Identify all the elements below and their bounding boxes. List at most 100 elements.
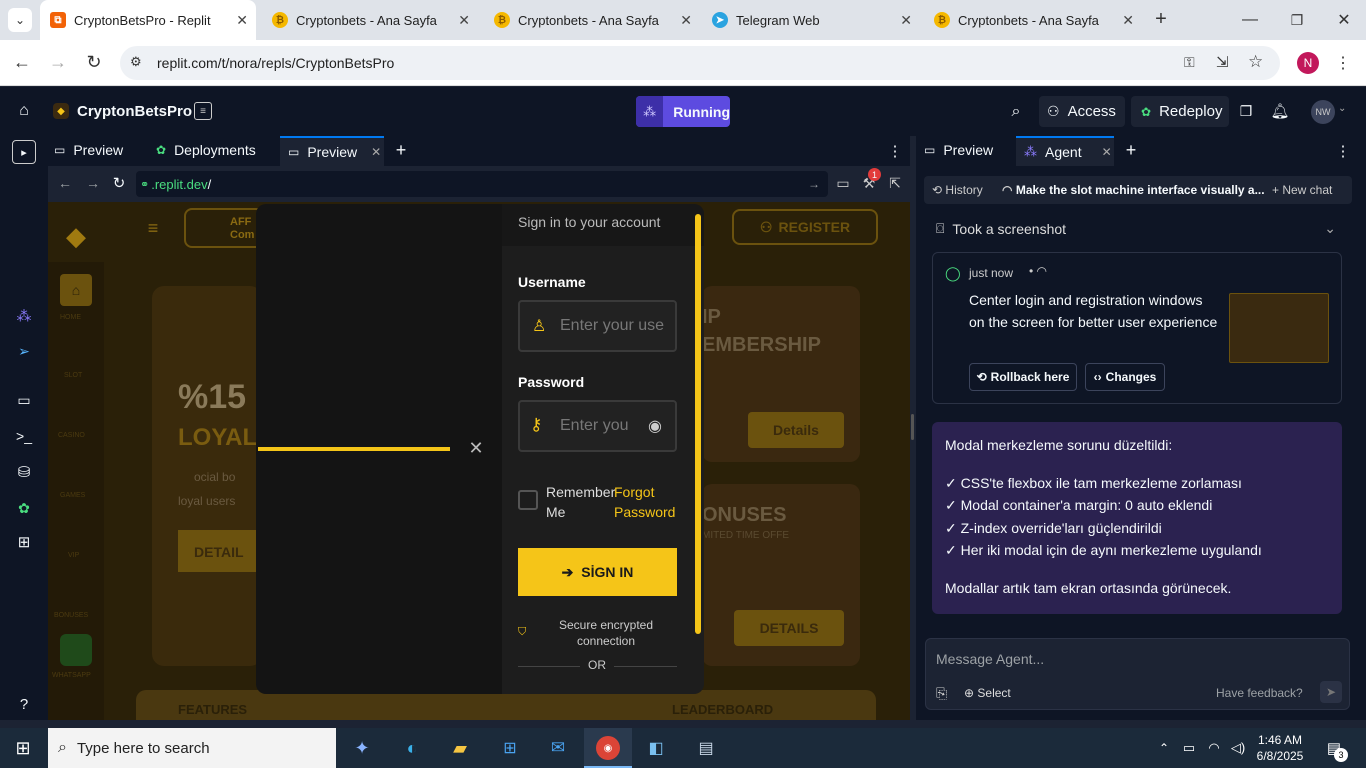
pane-splitter-handle[interactable]	[911, 414, 914, 440]
password-field[interactable]: ⚷ Enter you ◉	[518, 400, 677, 452]
mail-icon[interactable]: ✉	[546, 736, 570, 760]
agent-tab-menu-icon[interactable]: ⋮	[1336, 142, 1351, 160]
files-toggle-icon[interactable]: ▸	[12, 140, 36, 164]
checkpoint-thumbnail[interactable]	[1229, 293, 1329, 363]
taskbar-search-box[interactable]: ⌕ Type here to search	[48, 728, 336, 768]
redeploy-button[interactable]: ✿ Redeploy	[1131, 96, 1229, 127]
browser-tab-cryptonbets-3[interactable]: ₿ Cryptonbets - Ana Sayfa ✕	[926, 0, 1142, 40]
affiliate-button[interactable]: AFF Com	[184, 208, 264, 248]
window-close-icon[interactable]: ✕	[1330, 8, 1358, 32]
url-field[interactable]: ⚙ replit.com/t/nora/repls/CryptonBetsPro…	[120, 46, 1280, 80]
forward-icon[interactable]: →	[46, 50, 70, 74]
copilot-icon[interactable]: ✦	[350, 736, 374, 760]
microsoft-store-icon[interactable]: ⊞	[498, 736, 522, 760]
show-hidden-icons-chevron-icon[interactable]: ⌃	[1156, 738, 1172, 758]
modal-scrollbar[interactable]	[695, 214, 701, 634]
battery-icon[interactable]: ▭	[1180, 738, 1198, 758]
go-arrow-icon[interactable]: →	[808, 177, 820, 191]
windows-start-icon[interactable]: ⊞	[12, 738, 34, 758]
chrome-taskbar-button[interactable]: ◉	[584, 728, 632, 768]
home-icon[interactable]: ⌂	[14, 101, 34, 121]
webview-rail-icon[interactable]: ▭	[14, 390, 34, 410]
access-button[interactable]: ⚇ Access	[1039, 96, 1125, 127]
tab-deployments[interactable]: ✿ Deployments	[156, 142, 256, 158]
console-rail-icon[interactable]: >_	[14, 426, 34, 446]
deployments-rail-icon[interactable]: ✿	[14, 498, 34, 518]
site-logo-diamond-icon[interactable]: ◆	[60, 220, 92, 252]
back-icon[interactable]: ←	[10, 50, 34, 74]
preview-back-icon[interactable]: ←	[56, 174, 74, 192]
site-menu-icon[interactable]: ≡	[142, 218, 164, 238]
browser-tab-cryptonbets-2[interactable]: ₿ Cryptonbets - Ana Sayfa ✕	[484, 0, 700, 40]
add-tab-icon[interactable]: +	[392, 140, 410, 160]
browser-tab-replit[interactable]: ⧉ CryptonBetsPro - Replit ✕	[40, 0, 256, 40]
notifications-bell-icon[interactable]: 🔔︎	[1270, 101, 1289, 121]
avatar-chevron-down-icon[interactable]: ⌄	[1338, 103, 1346, 114]
sidebar-home-item[interactable]: ⌂	[60, 274, 92, 306]
whatsapp-button[interactable]	[60, 634, 92, 666]
history-button[interactable]: ⟲ History	[932, 183, 983, 197]
close-tab-icon[interactable]: ✕	[458, 12, 470, 29]
close-tab-icon[interactable]: ✕	[1122, 12, 1134, 29]
new-tab-icon[interactable]: +	[1150, 8, 1172, 30]
close-tab-icon[interactable]: ✕	[1102, 145, 1112, 159]
preview-url-field[interactable]: ⚭ .replit.dev / →	[136, 171, 828, 197]
close-tab-icon[interactable]: ✕	[900, 12, 912, 29]
workspace-tab-menu-icon[interactable]: ⋮	[888, 142, 903, 160]
volume-icon[interactable]: ◁)	[1229, 738, 1247, 758]
sidebar-casino-label[interactable]: CASINO	[58, 432, 85, 439]
right-tab-agent[interactable]: ⁂ Agent ✕	[1016, 136, 1114, 166]
run-status-button[interactable]: ⁂ Running	[636, 96, 730, 127]
close-tab-icon[interactable]: ✕	[680, 12, 692, 29]
sidebar-bonuses-label[interactable]: BONUSES	[54, 612, 88, 619]
changes-button[interactable]: ‹› Changes	[1085, 363, 1165, 391]
tab-preview-2[interactable]: ▭ Preview ✕	[280, 136, 384, 166]
reload-icon[interactable]: ↻	[82, 50, 106, 74]
multiplayer-icon[interactable]: ❐	[1237, 102, 1255, 120]
site-info-icon[interactable]: ⚙	[130, 54, 142, 70]
close-tab-icon[interactable]: ✕	[236, 12, 248, 29]
feedback-link[interactable]: Have feedback?	[1216, 686, 1303, 700]
search-icon[interactable]: ⌕	[1006, 102, 1026, 122]
tab-search-button[interactable]: ⌄	[8, 8, 32, 32]
taskbar-clock[interactable]: 1:46 AM 6/8/2025	[1250, 732, 1310, 764]
preview-forward-icon[interactable]: →	[84, 174, 102, 192]
agent-rail-icon[interactable]: ⁂	[14, 306, 34, 326]
username-field[interactable]: ♙ Enter your use	[518, 300, 677, 352]
project-menu-icon[interactable]: ≡	[194, 102, 212, 120]
bookmark-star-icon[interactable]: ☆	[1248, 52, 1263, 72]
all-tools-rail-icon[interactable]: ⊞	[14, 532, 34, 552]
app-icon-window[interactable]: ▤	[694, 736, 718, 760]
sidebar-games-label[interactable]: GAMES	[60, 492, 85, 499]
rollback-button[interactable]: ⟲ Rollback here	[969, 363, 1077, 391]
forgot-password-link[interactable]: Forgot Password	[614, 482, 684, 522]
devices-icon[interactable]: ▭	[834, 174, 852, 192]
preview-reload-icon[interactable]: ↻	[110, 174, 128, 192]
help-rail-icon[interactable]: ?	[14, 694, 34, 714]
remember-checkbox[interactable]	[518, 490, 538, 510]
maximize-icon[interactable]: ❐	[1283, 8, 1311, 32]
profile-avatar[interactable]: N	[1297, 52, 1319, 74]
wifi-icon[interactable]: ◠	[1205, 738, 1223, 758]
show-password-eye-icon[interactable]: ◉	[648, 416, 662, 436]
chevron-down-icon[interactable]: ⌄	[1324, 220, 1336, 237]
tab-preview-1[interactable]: ▭ Preview	[54, 142, 123, 158]
screenshot-step[interactable]: ⌼ Took a screenshot ⌄	[936, 220, 1336, 237]
sidebar-vip-label[interactable]: VIP	[68, 552, 79, 559]
user-avatar[interactable]: NW	[1311, 100, 1335, 124]
agent-input-box[interactable]: Message Agent... ⎘ ⊕ Select Have feedbac…	[925, 638, 1350, 710]
open-new-tab-icon[interactable]: ⇱	[886, 174, 904, 192]
project-name[interactable]: CryptonBetsPro	[77, 103, 192, 120]
install-app-icon[interactable]: ⇲	[1216, 53, 1229, 71]
browser-menu-icon[interactable]: ⋮	[1334, 52, 1352, 74]
bonus-details-button[interactable]: DETAILS	[734, 610, 844, 646]
file-explorer-icon[interactable]: ▰	[448, 736, 472, 760]
assistant-rail-icon[interactable]: ➢	[14, 341, 34, 361]
modal-close-icon[interactable]: ✕	[466, 438, 486, 458]
right-tab-preview[interactable]: ▭ Preview	[924, 142, 993, 158]
edge-icon[interactable]: ◐	[400, 736, 424, 760]
details-left-button[interactable]: DETAIL	[178, 530, 268, 572]
select-element-button[interactable]: ⊕ Select	[964, 686, 1011, 700]
app-icon-blue[interactable]: ◧	[644, 736, 668, 760]
attach-paperclip-icon[interactable]: ⎘	[936, 685, 947, 702]
